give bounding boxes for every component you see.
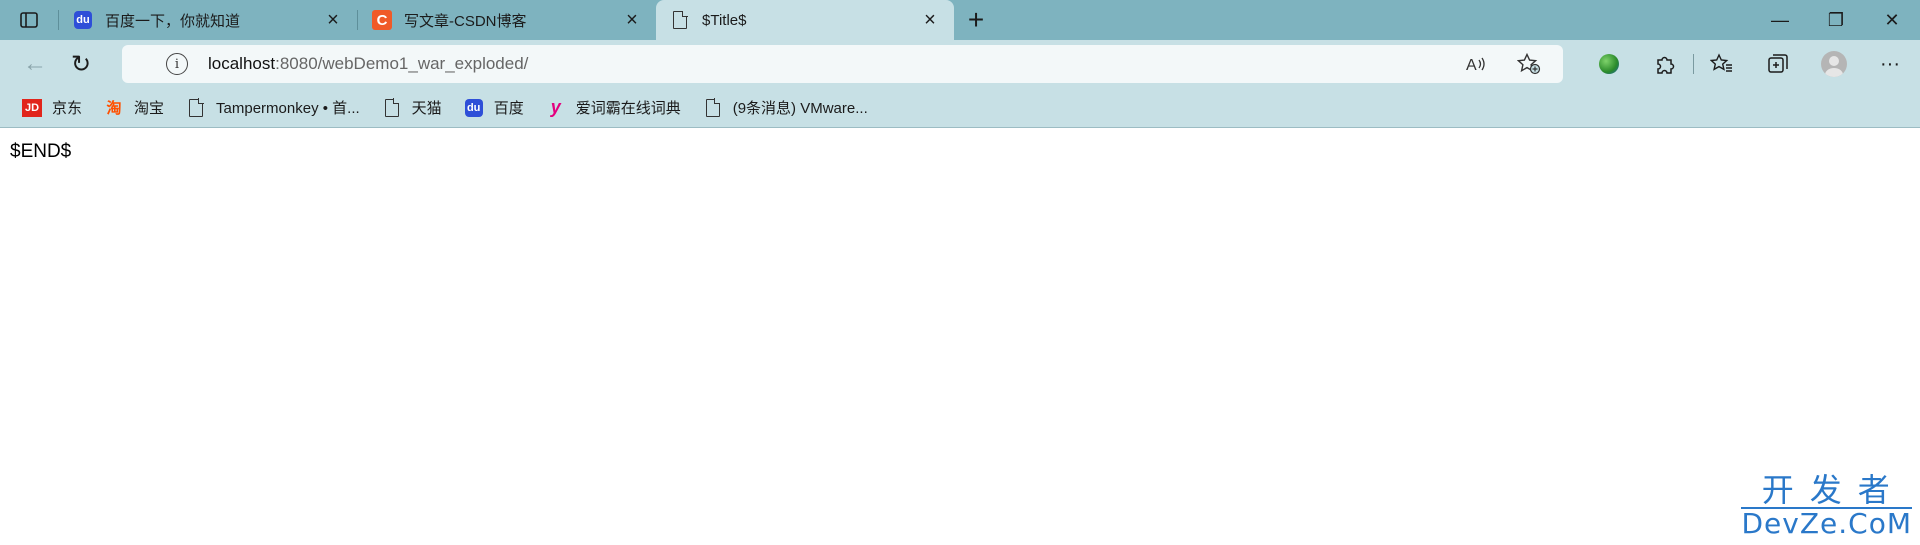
toolbar-icons: ··· xyxy=(1581,44,1918,84)
read-aloud-icon[interactable]: A xyxy=(1463,52,1487,76)
url-path: :8080/webDemo1_war_exploded/ xyxy=(275,54,529,73)
page-content: $END$ 开发者 DevZe.CoM xyxy=(0,129,1920,545)
site-info-icon[interactable]: i xyxy=(166,53,188,75)
taobao-icon: 淘 xyxy=(106,100,122,117)
navigation-toolbar: ← ↻ i localhost:8080/webDemo1_war_explod… xyxy=(0,40,1920,88)
tab-title: 百度一下，你就知道 xyxy=(105,12,241,30)
document-icon xyxy=(186,98,206,118)
favorites-button[interactable] xyxy=(1694,44,1750,84)
bookmark-tmall[interactable]: 天猫 xyxy=(376,93,448,123)
close-tab-icon[interactable]: × xyxy=(323,9,343,31)
collections-button[interactable] xyxy=(1750,44,1806,84)
window-controls: — ❐ ✕ xyxy=(1752,0,1920,40)
tab-title: $Title$ xyxy=(702,11,747,29)
bookmark-label: 爱词霸在线词典 xyxy=(575,100,681,117)
document-icon xyxy=(703,98,723,118)
baidu-paw-icon: du xyxy=(464,98,484,118)
profile-button[interactable] xyxy=(1806,44,1862,84)
bookmark-label: (9条消息) VMware... xyxy=(732,100,868,117)
settings-more-button[interactable]: ··· xyxy=(1862,44,1918,84)
tab-strip: du 百度一下，你就知道 × C 写文章-CSDN博客 × $Title$ × … xyxy=(0,0,1920,40)
puzzle-icon xyxy=(1657,56,1675,74)
url-host: localhost xyxy=(208,54,276,73)
bookmarks-bar: JD 京东 淘 淘宝 Tampermonkey • 首... 天猫 du 百度 … xyxy=(0,88,1920,128)
csdn-icon: C xyxy=(372,10,392,30)
restore-button[interactable]: ❐ xyxy=(1808,0,1864,40)
baidu-paw-icon: du xyxy=(73,10,93,30)
tab-baidu[interactable]: du 百度一下，你就知道 × xyxy=(59,0,357,40)
bookmark-label: Tampermonkey • 首... xyxy=(216,100,360,117)
extensions-button[interactable] xyxy=(1637,44,1693,84)
document-icon xyxy=(382,98,402,118)
bookmark-tampermonkey[interactable]: Tampermonkey • 首... xyxy=(180,93,366,123)
iciba-icon: y xyxy=(550,97,561,117)
globe-icon xyxy=(1599,54,1619,74)
watermark-line1: 开发者 xyxy=(1761,471,1906,509)
add-favorite-icon[interactable] xyxy=(1517,52,1541,76)
bookmark-label: 天猫 xyxy=(411,100,442,117)
avatar xyxy=(1821,51,1847,77)
address-bar-actions: A xyxy=(1463,45,1541,83)
document-icon xyxy=(670,10,690,30)
tab-actions-button[interactable] xyxy=(0,0,58,40)
url-text[interactable]: localhost:8080/webDemo1_war_exploded/ xyxy=(208,54,528,74)
collections-icon xyxy=(1768,54,1788,73)
tab-actions-icon xyxy=(20,12,38,28)
address-bar[interactable]: i localhost:8080/webDemo1_war_exploded/ … xyxy=(122,45,1563,83)
watermark-line2: DevZe.CoM xyxy=(1741,507,1912,540)
watermark-logo: 开发者 DevZe.CoM xyxy=(1741,473,1912,539)
close-tab-icon[interactable]: × xyxy=(622,9,642,31)
bookmark-vmware[interactable]: (9条消息) VMware... xyxy=(697,93,874,123)
minimize-button[interactable]: — xyxy=(1752,0,1808,40)
back-button[interactable]: ← xyxy=(13,44,57,84)
close-window-button[interactable]: ✕ xyxy=(1864,0,1920,40)
bookmark-label: 京东 xyxy=(52,100,83,117)
svg-text:A: A xyxy=(1466,57,1477,74)
reload-button[interactable]: ↻ xyxy=(59,44,103,84)
tab-title: 写文章-CSDN博客 xyxy=(404,12,527,30)
bookmark-jd[interactable]: JD 京东 xyxy=(16,93,88,123)
page-body-text: $END$ xyxy=(10,141,72,162)
tab-active-title[interactable]: $Title$ × xyxy=(656,0,954,40)
tab-csdn[interactable]: C 写文章-CSDN博客 × xyxy=(358,0,656,40)
bookmark-label: 百度 xyxy=(493,100,524,117)
extension-globe-button[interactable] xyxy=(1581,44,1637,84)
favorites-star-icon xyxy=(1710,53,1732,72)
bookmark-label: 淘宝 xyxy=(134,100,165,117)
bookmark-baidu[interactable]: du 百度 xyxy=(458,93,530,123)
close-tab-icon[interactable]: × xyxy=(920,9,940,31)
bookmark-taobao[interactable]: 淘 淘宝 xyxy=(98,93,170,123)
bookmark-iciba[interactable]: y 爱词霸在线词典 xyxy=(540,93,687,123)
new-tab-button[interactable]: + xyxy=(954,0,998,40)
jd-icon: JD xyxy=(22,98,42,118)
